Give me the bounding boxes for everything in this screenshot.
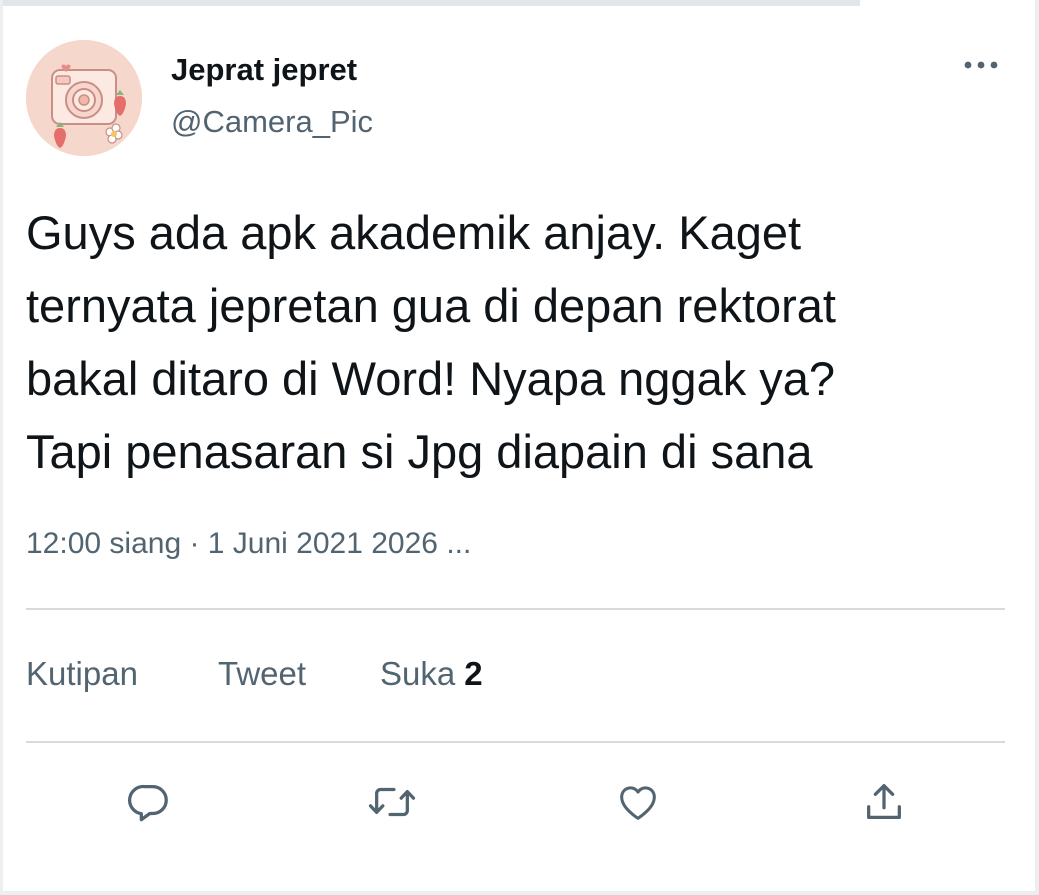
tweet-timestamp[interactable]: 12:00 siang · 1 Juni 2021 2026 ... [26, 527, 471, 561]
author-handle[interactable]: @Camera_Pic [171, 104, 373, 140]
tweet-text: Guys ada apk akademik anjay. Kaget terny… [26, 206, 836, 478]
camera-strawberry-avatar-icon [26, 40, 142, 156]
quotes-label: Kutipan [26, 655, 138, 692]
more-options-button[interactable] [956, 52, 1006, 78]
retweets-label: Tweet [218, 655, 307, 692]
retweets-stat[interactable]: Tweet [218, 655, 306, 693]
left-border [0, 0, 3, 895]
bottom-border [0, 891, 1039, 895]
reply-icon [128, 784, 168, 822]
tweet-card: Jeprat jepret @Camera_Pic Guys ada apk a… [0, 0, 1039, 895]
quotes-stat[interactable]: Kutipan [26, 655, 138, 693]
top-divider [0, 0, 860, 6]
avatar[interactable] [26, 40, 142, 156]
more-horizontal-icon [964, 61, 998, 69]
author-name[interactable]: Jeprat jepret [171, 52, 357, 88]
divider-top [26, 608, 1005, 610]
share-button[interactable] [856, 774, 912, 830]
likes-count: 2 [464, 655, 483, 692]
right-border [1035, 0, 1039, 895]
like-heart-icon [620, 786, 656, 820]
divider-bottom [26, 741, 1005, 743]
likes-stat[interactable]: Suka 2 [380, 655, 483, 693]
likes-label: Suka [380, 655, 456, 692]
like-button[interactable] [610, 774, 666, 830]
retweet-button[interactable] [364, 774, 420, 830]
reply-button[interactable] [121, 774, 177, 830]
retweet-icon [368, 787, 416, 817]
share-icon [867, 784, 901, 819]
